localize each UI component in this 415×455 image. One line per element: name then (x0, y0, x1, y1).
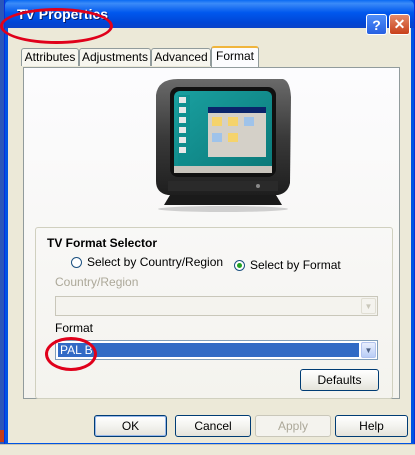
radio-by-format[interactable]: Select by Format (234, 258, 341, 272)
crt-television-icon (156, 79, 291, 212)
ok-button[interactable]: OK (94, 415, 167, 437)
dialog-client-area: Attributes Adjustments Advanced Format T… (9, 28, 410, 442)
radio-button-icon[interactable] (71, 256, 82, 268)
country-region-dropdown[interactable]: ▼ (55, 296, 378, 316)
tv-properties-dialog: TV Properties ? ✕ Attributes Adjustments… (4, 0, 415, 447)
defaults-button[interactable]: Defaults (300, 369, 379, 391)
tab-adjustments[interactable]: Adjustments (79, 48, 151, 66)
chevron-down-icon[interactable]: ▼ (361, 342, 376, 358)
radio-by-country[interactable]: Select by Country/Region (71, 255, 223, 269)
group-title: TV Format Selector (47, 236, 158, 250)
desktop-bottom-edge (0, 444, 415, 455)
country-region-label: Country/Region (55, 275, 139, 289)
radio-format-label: Select by Format (250, 258, 341, 272)
format-selected-value: PAL B (58, 343, 359, 357)
cancel-button[interactable]: Cancel (175, 415, 251, 437)
chevron-down-icon[interactable]: ▼ (361, 298, 376, 314)
format-label: Format (55, 321, 94, 335)
help-button[interactable]: Help (335, 415, 408, 437)
format-dropdown[interactable]: PAL B ▼ (55, 340, 378, 360)
apply-button[interactable]: Apply (255, 415, 331, 437)
tab-format[interactable]: Format (211, 46, 259, 67)
tab-attributes[interactable]: Attributes (21, 48, 79, 66)
title-annotation-ellipse (0, 8, 113, 44)
tab-advanced[interactable]: Advanced (151, 48, 211, 66)
radio-button-selected-icon[interactable] (234, 259, 245, 271)
radio-country-label: Select by Country/Region (87, 255, 224, 269)
